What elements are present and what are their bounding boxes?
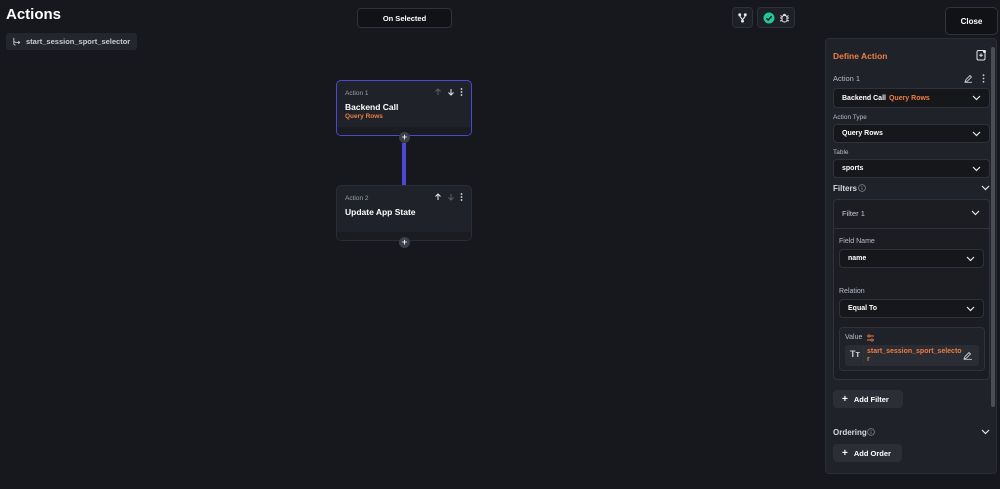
action-label: Action 1 — [833, 74, 861, 83]
chevron-down-icon — [972, 95, 981, 101]
action-type-value: Query Rows — [842, 130, 883, 137]
filter-title: Filter 1 — [842, 209, 865, 218]
add-order-label: Add Order — [853, 448, 891, 458]
table-label: Table — [833, 149, 849, 156]
action-select[interactable]: Backend Call Query Rows — [833, 88, 990, 108]
variable-settings-icon[interactable] — [866, 334, 875, 342]
info-icon[interactable] — [867, 428, 875, 436]
branch-icon — [13, 37, 21, 46]
more-vertical-icon[interactable] — [460, 88, 463, 96]
field-name-value: name — [848, 255, 867, 262]
action-select-accent: Query Rows — [888, 94, 930, 102]
info-icon[interactable] — [858, 184, 866, 192]
chevron-down-icon — [966, 306, 975, 311]
field-name-label: Field Name — [839, 238, 875, 245]
value-text-line-1: start_session_sport_selecto — [867, 348, 962, 355]
chevron-down-icon — [966, 256, 975, 261]
action-select-main: Backend Call — [842, 94, 886, 102]
widget-name: start_session_sport_selector — [26, 37, 131, 46]
action-node-label: Action 1 — [345, 90, 369, 97]
filter-collapse-icon[interactable] — [971, 210, 980, 216]
action-type-label: Action Type — [833, 114, 867, 121]
action-type-select[interactable]: Query Rows — [833, 124, 990, 143]
action-node-title: Backend Call — [345, 102, 399, 112]
add-filter-label: Add Filter — [853, 394, 889, 404]
panel-scrollbar[interactable] — [991, 47, 995, 407]
table-value: sports — [842, 165, 864, 172]
edit-icon[interactable] — [964, 74, 973, 83]
text-type-icon: Tт — [850, 349, 860, 359]
add-filter-button[interactable]: + Add Filter — [833, 390, 903, 408]
arrow-up-icon[interactable] — [434, 88, 442, 96]
flow-icon — [738, 13, 747, 23]
edit-icon[interactable] — [963, 351, 973, 360]
value-text: start_session_sport_selecto r — [867, 348, 962, 364]
widget-chip[interactable]: start_session_sport_selector — [6, 33, 138, 50]
plus-icon: + — [842, 393, 848, 405]
add-note-icon[interactable] — [976, 49, 987, 61]
check-circle-icon — [763, 12, 774, 23]
arrow-down-icon[interactable] — [447, 193, 455, 201]
ordering-label: Ordering — [833, 428, 867, 437]
close-button[interactable]: Close — [945, 7, 998, 35]
relation-value: Equal To — [848, 305, 878, 312]
arrow-up-icon[interactable] — [434, 193, 442, 201]
action-node-title: Update App State — [345, 207, 416, 217]
field-name-select[interactable]: name — [839, 249, 984, 268]
relation-select[interactable]: Equal To — [839, 299, 984, 318]
chevron-down-icon — [972, 131, 981, 136]
bug-icon — [779, 13, 789, 22]
more-vertical-icon[interactable] — [460, 193, 463, 201]
page-title: Actions — [6, 6, 62, 23]
ordering-collapse-icon[interactable] — [981, 429, 990, 435]
value-text-line-2: r — [867, 356, 870, 363]
filters-collapse-icon[interactable] — [981, 185, 990, 191]
filter-divider — [834, 228, 989, 229]
value-chip-divider — [863, 347, 864, 364]
flow-button[interactable] — [732, 7, 753, 28]
add-action-button[interactable]: + — [399, 132, 410, 143]
arrow-down-icon[interactable] — [447, 88, 455, 96]
action-node-subtitle: Query Rows — [345, 113, 383, 120]
flow-connector — [402, 143, 406, 186]
action-node-1[interactable]: Action 1 Backend Call Query Rows — [336, 80, 472, 136]
add-order-button[interactable]: + Add Order — [833, 444, 902, 462]
panel-title: Define Action — [833, 51, 888, 61]
table-select[interactable]: sports — [833, 159, 990, 178]
trigger-selector[interactable]: On Selected — [357, 8, 452, 28]
plus-icon: + — [842, 447, 848, 459]
status-debug-button[interactable] — [757, 7, 795, 28]
action-node-2[interactable]: Action 2 Update App State — [336, 185, 472, 241]
chevron-down-icon — [972, 166, 981, 171]
action-node-label: Action 2 — [345, 195, 369, 202]
add-action-button[interactable]: + — [399, 237, 410, 248]
more-vertical-icon[interactable] — [982, 74, 985, 83]
filters-label: Filters — [833, 184, 858, 193]
relation-label: Relation — [839, 288, 865, 295]
action-select-value: Backend Call Query Rows — [842, 95, 930, 102]
value-label: Value — [845, 334, 863, 341]
